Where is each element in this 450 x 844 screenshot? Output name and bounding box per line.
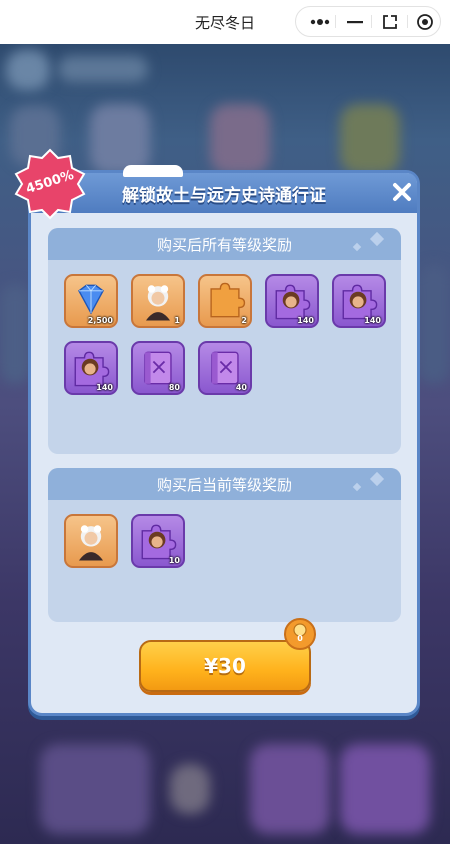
reward-item[interactable]: 2,500 — [64, 274, 118, 328]
price-label: ¥30 — [204, 654, 246, 678]
reward-item[interactable]: 140 — [265, 274, 319, 328]
reward-item[interactable]: 1 — [131, 274, 185, 328]
reward-quantity: 140 — [364, 316, 381, 325]
snow-decoration — [123, 165, 183, 177]
section-title: 购买后所有等级奖励 — [156, 236, 292, 254]
minus-icon — [347, 20, 363, 23]
section-header: 购买后所有等级奖励 — [48, 228, 401, 260]
reward-quantity: 80 — [168, 383, 180, 392]
bonus-count: 0 — [297, 634, 303, 643]
dialog-title: 解锁故土与远方史诗通行证 — [122, 186, 326, 206]
close-icon — [393, 183, 411, 201]
float-window-button[interactable] — [372, 7, 408, 36]
reward-item[interactable]: 140 — [332, 274, 386, 328]
capsule-menu — [295, 6, 441, 37]
discount-badge: 4500% — [14, 148, 86, 220]
reward-item[interactable]: 80 — [131, 341, 185, 395]
dialog-header: 解锁故土与远方史诗通行证 — [31, 165, 417, 213]
more-dots-icon — [310, 18, 330, 25]
section-header: 购买后当前等级奖励 — [48, 468, 401, 500]
reward-quantity: 2,500 — [87, 316, 113, 325]
close-program-button[interactable] — [407, 7, 443, 36]
current-level-rewards-section: 购买后当前等级奖励 10 — [48, 468, 401, 622]
reward-item[interactable]: 2 — [198, 274, 252, 328]
reward-quantity: 2 — [241, 316, 247, 325]
hero-portrait-icon — [78, 525, 104, 561]
reward-quantity: 10 — [168, 556, 180, 565]
float-window-icon — [383, 14, 397, 29]
target-close-icon — [417, 13, 433, 30]
reward-item[interactable]: 140 — [64, 341, 118, 395]
bonus-coin-badge: 0 — [284, 618, 316, 650]
reward-quantity: 40 — [235, 383, 247, 392]
minimize-button[interactable] — [337, 7, 373, 36]
mini-program-top-bar: 无尽冬日 — [0, 0, 450, 44]
reward-item[interactable]: 40 — [198, 341, 252, 395]
more-options-button[interactable] — [302, 7, 338, 36]
section-title: 购买后当前等级奖励 — [156, 476, 292, 494]
reward-quantity: 1 — [174, 316, 180, 325]
all-levels-rewards-section: 购买后所有等级奖励 2,500 1 2 140 140 140 80 40 — [48, 228, 401, 454]
reward-item[interactable] — [64, 514, 118, 568]
close-button[interactable] — [389, 179, 415, 205]
reward-item[interactable]: 10 — [131, 514, 185, 568]
reward-quantity: 140 — [96, 383, 113, 392]
reward-quantity: 140 — [297, 316, 314, 325]
